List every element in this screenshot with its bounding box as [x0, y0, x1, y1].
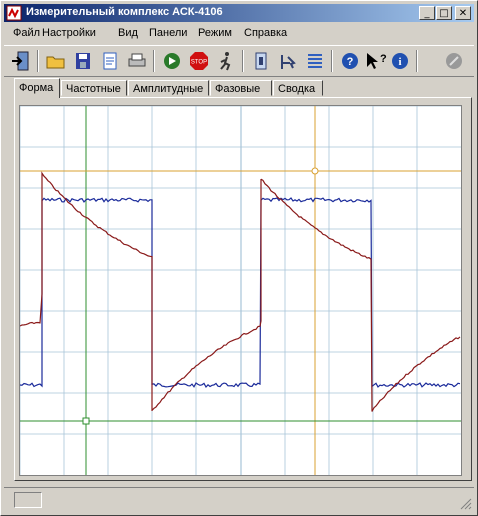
context-help-icon: ?	[367, 53, 387, 69]
info-button[interactable]: i	[388, 49, 412, 73]
menu-help[interactable]: Справка	[244, 27, 287, 39]
cursor-marker-1[interactable]	[82, 417, 90, 425]
status-bar	[4, 487, 474, 512]
window-title: Измерительный комплекс АСК-4106	[26, 6, 223, 18]
print-icon	[128, 53, 146, 67]
save-button[interactable]	[71, 49, 95, 73]
close-button[interactable]: ✕	[455, 6, 471, 20]
save-icon	[76, 53, 90, 69]
single-run-icon	[220, 52, 231, 71]
resize-grip-icon[interactable]	[460, 498, 472, 510]
disabled-button[interactable]	[442, 49, 466, 73]
page-icon	[103, 52, 117, 70]
info-icon: i	[392, 53, 408, 69]
cursor-tool-icon	[281, 55, 296, 69]
run-icon	[164, 53, 180, 69]
channels-button[interactable]	[303, 49, 327, 73]
cursor-marker-2[interactable]	[311, 167, 319, 175]
single-run-button[interactable]	[214, 49, 238, 73]
context-help-button[interactable]: ?	[363, 49, 387, 73]
settings-panel-icon	[255, 52, 267, 70]
toolbar-separator	[153, 50, 155, 72]
open-button[interactable]	[44, 49, 68, 73]
disabled-icon	[446, 53, 462, 69]
menu-file[interactable]: Файл	[13, 27, 40, 39]
help-icon: ?	[342, 53, 358, 69]
tab-frequency[interactable]: Частотные	[61, 80, 127, 96]
tab-amplitude[interactable]: Амплитудные	[128, 80, 209, 96]
tab-form[interactable]: Форма	[14, 78, 60, 98]
cursor-tool-button[interactable]	[276, 49, 300, 73]
svg-text:i: i	[398, 56, 401, 68]
open-folder-icon	[46, 56, 65, 69]
tab-strip: Форма Частотные Амплитудные Фазовые Свод…	[14, 78, 474, 98]
toolbar-separator	[331, 50, 333, 72]
exit-button[interactable]	[10, 49, 34, 73]
maximize-button[interactable]: □	[436, 6, 452, 20]
exit-icon	[12, 51, 29, 71]
menu-bar: Файл Настройки Вид Панели Режим Справка	[4, 25, 474, 43]
help-button[interactable]: ?	[338, 49, 362, 73]
toolbar-separator	[37, 50, 39, 72]
stop-icon: STOP	[190, 52, 208, 70]
menu-settings[interactable]: Настройки	[42, 27, 96, 39]
channels-icon	[308, 54, 322, 68]
oscilloscope-view[interactable]	[19, 105, 462, 476]
page-button[interactable]	[98, 49, 122, 73]
svg-text:?: ?	[347, 56, 354, 68]
status-pane	[14, 492, 42, 508]
app-icon	[6, 5, 22, 21]
title-bar[interactable]: Измерительный комплекс АСК-4106 _ □ ✕	[4, 4, 474, 22]
toolbar-separator	[416, 50, 418, 72]
menu-mode[interactable]: Режим	[198, 27, 232, 39]
oscilloscope-plot	[20, 106, 461, 475]
menu-panels[interactable]: Панели	[149, 27, 187, 39]
stop-button[interactable]: STOP	[187, 49, 211, 73]
print-button[interactable]	[125, 49, 149, 73]
svg-text:STOP: STOP	[191, 60, 207, 66]
tab-phase[interactable]: Фазовые	[210, 80, 272, 96]
minimize-button[interactable]: _	[419, 6, 435, 20]
menu-view[interactable]: Вид	[118, 27, 138, 39]
app-window: Измерительный комплекс АСК-4106 _ □ ✕ Фа…	[0, 0, 478, 516]
tab-summary[interactable]: Сводка	[273, 80, 323, 96]
toolbar-separator	[242, 50, 244, 72]
run-button[interactable]	[160, 49, 184, 73]
toolbar: STOP ? ? i	[4, 45, 474, 77]
svg-text:?: ?	[380, 53, 387, 65]
settings-panel-button[interactable]	[249, 49, 273, 73]
